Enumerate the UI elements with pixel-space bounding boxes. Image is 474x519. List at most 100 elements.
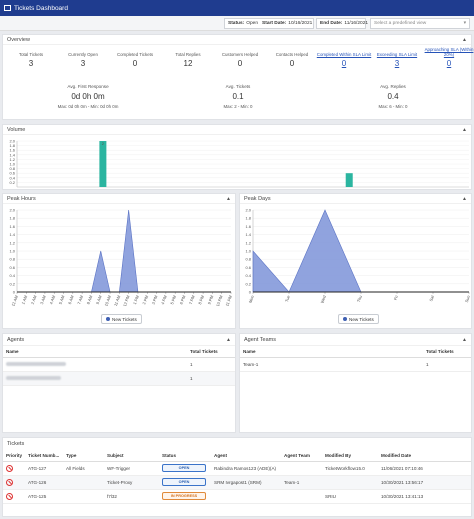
- x-tick-label: 2 PM: [141, 295, 149, 305]
- agents-title: Agents: [7, 336, 25, 343]
- column-header-agent-team[interactable]: Agent Team: [281, 450, 322, 462]
- end-date-filter[interactable]: End Date: 11/16/2021: [316, 18, 368, 29]
- y-tick-label: 0.2: [9, 281, 15, 286]
- column-header-total[interactable]: Total Tickets: [423, 346, 471, 358]
- ticket-number[interactable]: ATG-127: [25, 461, 63, 476]
- collapse-icon[interactable]: ▲: [462, 337, 467, 343]
- x-tick-label: 10 PM: [215, 295, 224, 306]
- stat-label[interactable]: Completed Within SLA Limit: [316, 48, 372, 57]
- stat-label[interactable]: Exceeding SLA Limit: [369, 48, 425, 57]
- y-tick-label: 1.6: [245, 224, 251, 229]
- stat-value[interactable]: 0: [421, 59, 474, 68]
- y-tick-label: 0.8: [245, 257, 251, 262]
- column-header-modified-by[interactable]: Modified By: [322, 450, 378, 462]
- agent-name-redacted: [3, 371, 187, 386]
- ticket-number[interactable]: ATG-125: [25, 489, 63, 504]
- x-tick-label: 9 AM: [95, 295, 103, 305]
- table-row[interactable]: Team-1 1: [240, 357, 471, 372]
- tickets-title: Tickets: [7, 441, 25, 447]
- peak-hours-legend[interactable]: New Tickets: [101, 314, 142, 324]
- y-tick-label: 1.0: [245, 249, 251, 254]
- ticket-number[interactable]: ATG-126: [25, 475, 63, 490]
- stat-card[interactable]: Completed Within SLA Limit 0: [316, 48, 372, 68]
- y-tick-label: 1.2: [245, 240, 251, 245]
- y-tick-label: 1.2: [9, 240, 15, 245]
- x-tick-label: 4 PM: [160, 295, 168, 305]
- stat-value: 12: [183, 59, 193, 68]
- x-tick-label: 3 AM: [39, 295, 47, 305]
- dashboard-icon: [4, 5, 11, 11]
- table-row[interactable]: 1: [3, 371, 235, 386]
- peak-days-chart: 2.0 1.8 1.6 1.4 1.2 1.0 0.8 0.6 0.4 0.2 0Mon Tue Wed…: [245, 208, 471, 305]
- overview-header[interactable]: Overview ▲: [3, 35, 471, 45]
- x-tick-label: 1 AM: [20, 295, 28, 305]
- collapse-icon[interactable]: ▲: [226, 196, 231, 202]
- x-tick-label: 12 AM: [10, 295, 19, 306]
- collapse-icon[interactable]: ▲: [226, 337, 231, 343]
- collapse-icon[interactable]: ▲: [462, 127, 467, 133]
- predefined-view-select[interactable]: Select a predefined view ▾: [370, 18, 470, 29]
- column-header-name[interactable]: Name: [3, 346, 187, 358]
- table-row[interactable]: ATG-127 All Fields WF-Trigger OPEN Rabin…: [3, 461, 471, 476]
- chart-bar: [345, 173, 353, 187]
- table-row[interactable]: ATG-126 Ticket-Proxy OPEN SRM Ivrgapost1…: [3, 475, 471, 490]
- collapse-icon[interactable]: ▲: [462, 196, 467, 202]
- table-row[interactable]: 1: [3, 357, 235, 372]
- stat-card[interactable]: Approaching SLA (Within 20%) 0: [421, 47, 474, 68]
- column-header-type[interactable]: Type: [63, 450, 104, 462]
- y-tick-label: 2.0: [9, 208, 15, 213]
- agents-table: Name Total Tickets 1 1: [3, 346, 235, 386]
- x-tick-label: 8 PM: [197, 295, 205, 305]
- ticket-agent: Rabindra Ramos123 (ADE)(A): [211, 461, 281, 476]
- status-badge: IN PROGRESS: [162, 492, 206, 500]
- y-tick-label: 0: [249, 290, 252, 295]
- tickets-panel: Tickets Priority Ticket Numb... Type Sub…: [2, 437, 472, 517]
- x-tick-label: 9 PM: [206, 295, 214, 305]
- peak-days-legend[interactable]: New Tickets: [338, 314, 379, 324]
- column-header-status[interactable]: Status: [159, 450, 211, 462]
- volume-panel: Volume ▲ 2.0 1.8 1.6 1.4 1.2 1.0 0.8 0.6 0.4 0.2 2: [2, 124, 472, 190]
- agent-total: 1: [187, 371, 235, 386]
- ticket-status: OPEN: [159, 475, 211, 490]
- peak-hours-header[interactable]: Peak Hours ▲: [3, 194, 235, 204]
- column-header-priority[interactable]: Priority: [3, 450, 25, 462]
- peak-days-panel: Peak Days ▲ 2.0 1.8 1.6 1.4 1.2 1.0 0.8 0.6 0.4 0…: [239, 193, 472, 329]
- y-tick-label: 0.6: [245, 265, 251, 270]
- status-filter[interactable]: Status: Open Start Date: 10/16/2021: [224, 18, 314, 29]
- peak-hours-panel: Peak Hours ▲ 2.0 1.8 1.6 1.4 1.2 1.0 0.8 0.6 0.4…: [2, 193, 236, 329]
- stat-card[interactable]: Exceeding SLA Limit 3: [369, 48, 425, 68]
- volume-header[interactable]: Volume ▲: [3, 125, 471, 135]
- average-value: 0.1: [232, 92, 244, 101]
- chart-bar: [99, 141, 107, 187]
- agent-teams-header[interactable]: Agent Teams ▲: [240, 334, 471, 346]
- stat-card: Total Tickets 3: [3, 48, 59, 68]
- stat-value[interactable]: 3: [369, 59, 425, 68]
- column-header-total[interactable]: Total Tickets: [187, 346, 235, 358]
- column-header-name[interactable]: Name: [240, 346, 423, 358]
- column-header-subject[interactable]: Subject: [104, 450, 159, 462]
- x-tick-label: Sat: [428, 294, 435, 302]
- y-tick-label: 0.2: [9, 180, 15, 185]
- tickets-header[interactable]: Tickets: [3, 438, 471, 450]
- y-tick-label: 1.4: [9, 232, 15, 237]
- priority-high-icon: [6, 492, 13, 500]
- stat-label[interactable]: Approaching SLA (Within 20%): [421, 47, 474, 57]
- column-header-agent[interactable]: Agent: [211, 450, 281, 462]
- average-label: Avg. Tickets: [225, 84, 251, 89]
- x-tick-label: 5 PM: [169, 295, 177, 305]
- column-header-modified-date[interactable]: Modified Date: [378, 450, 471, 462]
- collapse-icon[interactable]: ▲: [462, 37, 467, 43]
- y-tick-label: 1.8: [245, 216, 251, 221]
- agents-header[interactable]: Agents ▲: [3, 334, 235, 346]
- stat-value[interactable]: 0: [316, 59, 372, 68]
- x-tick-label: 3 PM: [151, 295, 159, 305]
- column-header-number[interactable]: Ticket Numb...: [25, 450, 63, 462]
- x-tick-label: Tue: [284, 294, 291, 303]
- stat-card: Currently Open 3: [55, 48, 111, 68]
- x-tick-label: 11 AM: [113, 295, 121, 306]
- peak-days-header[interactable]: Peak Days ▲: [240, 194, 471, 204]
- window-titlebar: Tickets Dashboard: [0, 0, 474, 16]
- y-tick-label: 0.4: [245, 273, 251, 278]
- ticket-subject: f7l32: [104, 489, 159, 504]
- table-row[interactable]: ATG-125 f7l32 IN PROGRESS SRIU 10/30/202…: [3, 489, 471, 504]
